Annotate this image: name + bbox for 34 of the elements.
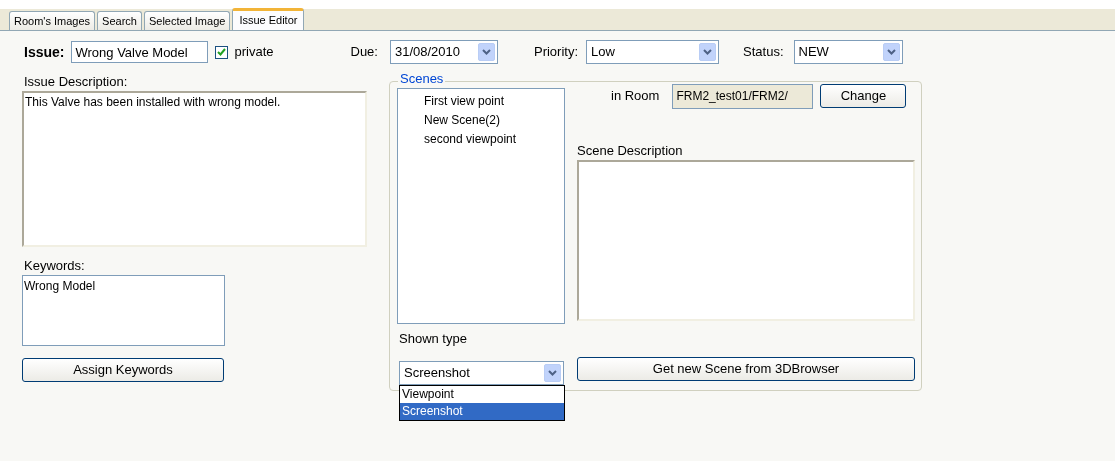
tab[interactable]: Selected Image	[143, 11, 231, 30]
issue-field[interactable]: Wrong Valve Model	[71, 41, 209, 63]
scene-description-label: Scene Description	[577, 143, 684, 159]
status-select[interactable]: NEW	[793, 40, 903, 64]
scene-item[interactable]: First view point	[424, 94, 505, 108]
in-room-field: FRM2_test01/FRM2/	[672, 83, 814, 109]
tab[interactable]: Search	[97, 11, 142, 30]
scenes-list[interactable]: First view point New Scene(2) second viewpoint	[397, 88, 565, 324]
due-date-field[interactable]: 31/08/2010	[389, 40, 498, 64]
keyword-item[interactable]: Wrong Model	[24, 277, 96, 295]
shown-type-select[interactable]: Screenshot	[399, 361, 564, 385]
in-room-label: in Room	[611, 87, 660, 106]
assign-keywords-button[interactable]: Assign Keywords	[22, 358, 224, 382]
keywords-label: Keywords:	[24, 258, 86, 274]
status-label: Status:	[743, 43, 784, 62]
priority-label: Priority:	[533, 43, 579, 62]
priority-select[interactable]: Low	[586, 40, 720, 64]
change-button[interactable]: Change	[820, 84, 907, 108]
issue-label: Issue:	[24, 42, 65, 62]
scene-item[interactable]: second viewpoint	[424, 132, 517, 146]
shown-type-label: Shown type	[399, 331, 468, 347]
issue-description-label: Issue Description:	[24, 74, 129, 90]
scene-description-field[interactable]	[577, 160, 915, 321]
tab[interactable]: Room's Images	[9, 11, 96, 30]
keywords-list[interactable]: Wrong Model	[22, 275, 225, 346]
dropdown-option[interactable]: Screenshot	[400, 403, 564, 420]
issue-description-field[interactable]: This Valve has been installed with wrong model.	[22, 91, 367, 247]
get-new-scene-button[interactable]: Get new Scene from 3DBrowser	[577, 357, 915, 381]
due-label: Due:	[350, 43, 378, 62]
private-label: private	[234, 43, 274, 62]
dropdown-option[interactable]: Viewpoint	[400, 386, 564, 403]
tab[interactable]: Issue Editor	[232, 8, 305, 30]
private-checkbox[interactable]	[215, 45, 229, 59]
scene-item[interactable]: New Scene(2)	[424, 113, 501, 127]
